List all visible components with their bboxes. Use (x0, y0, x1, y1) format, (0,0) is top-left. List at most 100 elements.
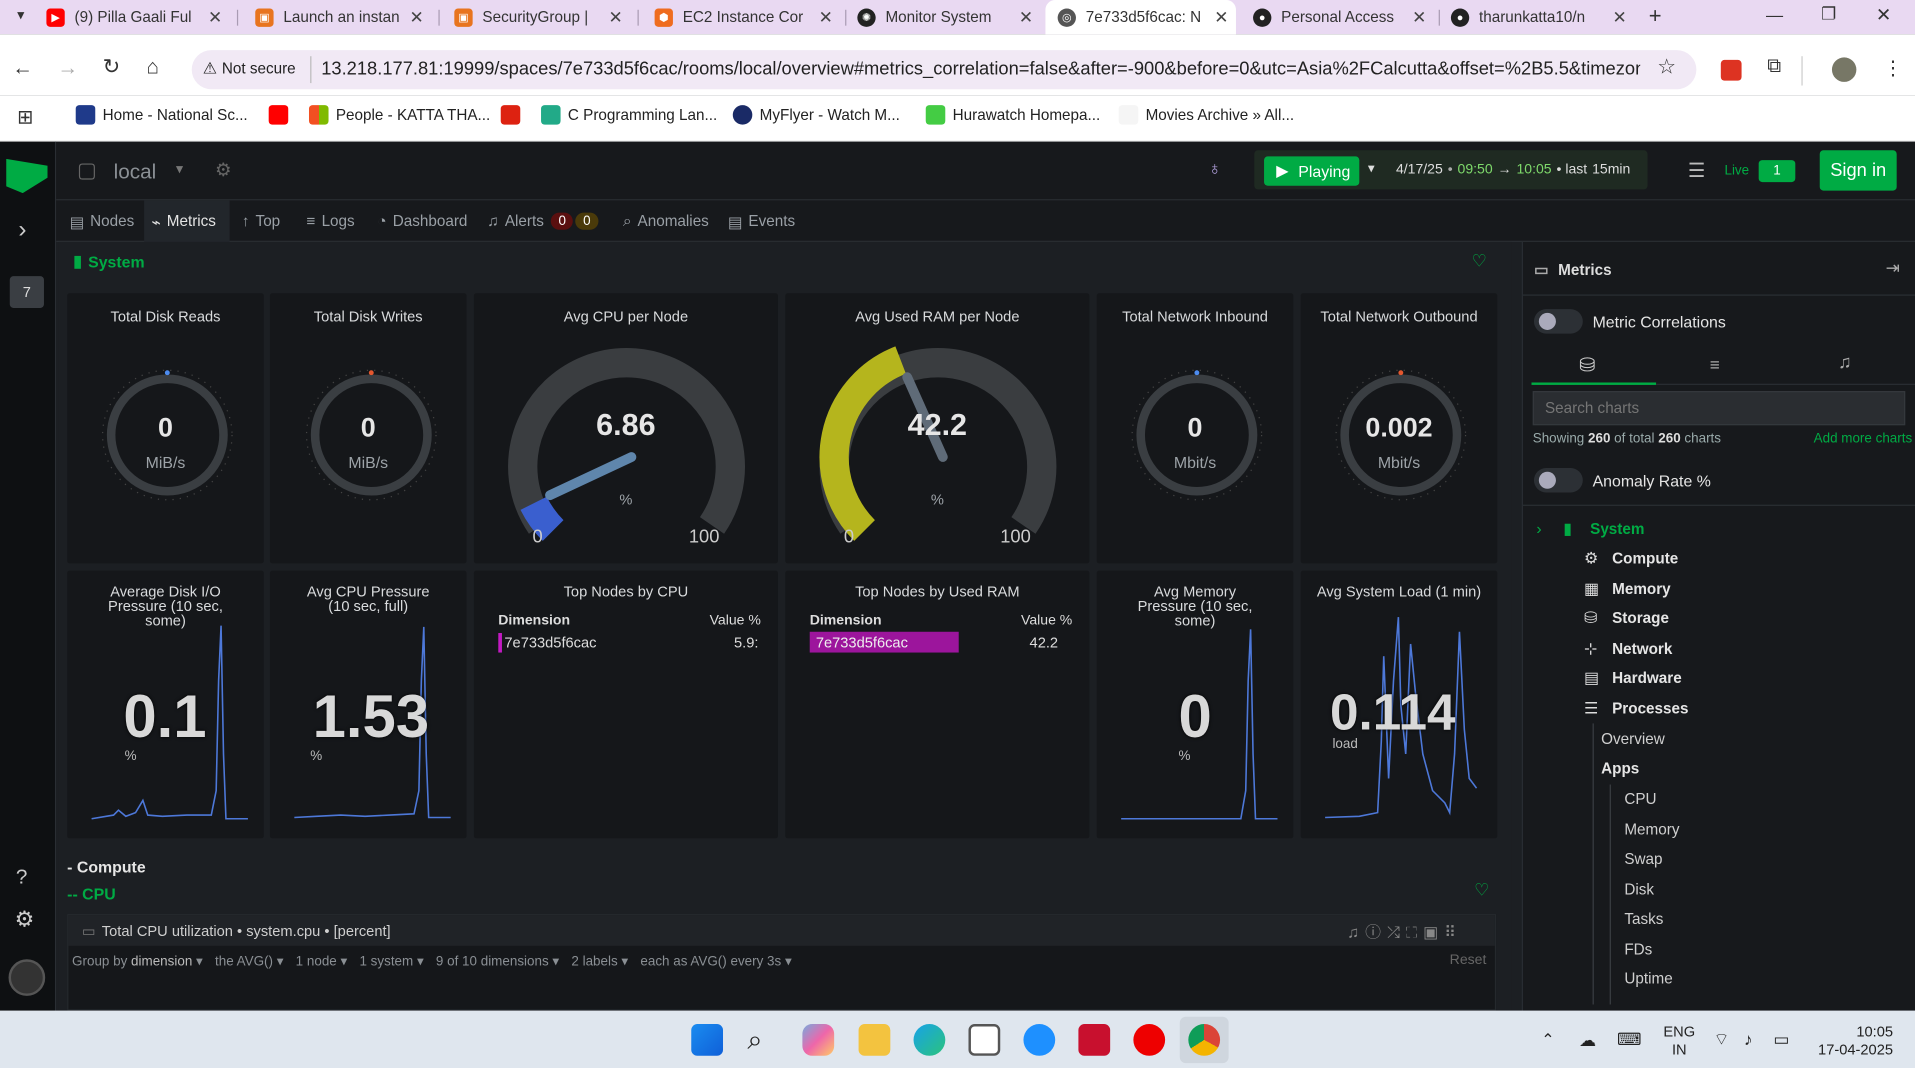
wifi-icon[interactable]: ⌔ (1713, 1029, 1729, 1051)
room-settings-icon[interactable]: ⚙ (215, 159, 231, 181)
filter-tab-icon[interactable]: ≡ (1710, 354, 1720, 374)
table-row-name[interactable]: 7e733d5f6cac (816, 634, 908, 651)
search-charts-input[interactable] (1532, 391, 1906, 426)
home-icon[interactable]: ⌂ (147, 55, 160, 79)
tab-top[interactable]: ↑ Top (234, 200, 295, 242)
tree-item-apps[interactable]: Apps (1601, 760, 1639, 777)
edge-icon[interactable] (913, 1024, 946, 1056)
gauge-card-disk-reads[interactable]: Total Disk Reads 0 MiB/s (67, 293, 264, 564)
nodes-filter[interactable]: 1 node ▾ (296, 953, 348, 969)
bookmark[interactable]: Hurawatch Homepa... (925, 105, 1100, 125)
volume-icon[interactable]: ♪ (1744, 1029, 1753, 1049)
card-top-nodes-ram[interactable]: Top Nodes by Used RAM Dimension Value % … (785, 570, 1090, 839)
anomaly-rate-toggle[interactable] (1533, 468, 1583, 493)
opera-icon[interactable] (1133, 1024, 1166, 1056)
mcafee-icon[interactable] (1078, 1024, 1111, 1056)
bookmark[interactable]: Home - National Sc... (75, 105, 248, 125)
tree-item-apps-fds[interactable]: FDs (1624, 941, 1652, 958)
gauge-card-net-out[interactable]: Total Network Outbound 0.002 Mbit/s (1300, 293, 1498, 564)
gauge-card-disk-writes[interactable]: Total Disk Writes 0 MiB/s (269, 293, 467, 564)
tree-item-storage[interactable]: Storage (1612, 610, 1669, 627)
dimensions-filter[interactable]: 9 of 10 dimensions ▾ (436, 953, 559, 969)
onedrive-icon[interactable]: ☁ (1579, 1030, 1596, 1051)
table-row-name[interactable]: 7e733d5f6cac (504, 634, 596, 651)
tree-item-system[interactable]: System (1590, 521, 1644, 538)
bookmark[interactable]: Movies Archive » All... (1118, 105, 1294, 125)
bookmark[interactable] (500, 105, 528, 125)
labels-filter[interactable]: 2 labels ▾ (571, 953, 628, 969)
room-dropdown-icon[interactable]: ▾ (176, 160, 183, 177)
tab-events[interactable]: ▤ Events (721, 200, 806, 242)
search-icon[interactable]: ⌕ (747, 1024, 762, 1056)
url-text[interactable]: 13.218.177.81:19999/spaces/7e733d5f6cac/… (321, 59, 1640, 80)
file-explorer-icon[interactable] (858, 1024, 891, 1056)
tree-item-compute[interactable]: Compute (1612, 550, 1678, 567)
close-tab-icon[interactable]: ✕ (609, 7, 623, 28)
close-window-icon[interactable]: ✕ (1876, 4, 1891, 26)
security-indicator[interactable]: ⚠ Not secure (203, 59, 296, 79)
section-compute-heading[interactable]: - Compute (67, 858, 146, 876)
new-tab-icon[interactable]: + (1649, 4, 1662, 30)
close-tab-icon[interactable]: ✕ (1214, 7, 1228, 28)
gauge-card-net-in[interactable]: Total Network Inbound 0 Mbit/s (1096, 293, 1294, 564)
card-system-load[interactable]: Avg System Load (1 min) 0.114 load (1300, 570, 1498, 839)
tab-nodes[interactable]: ▤ Nodes (62, 200, 143, 242)
close-tab-icon[interactable]: ✕ (1019, 7, 1033, 28)
tree-item-apps-cpu[interactable]: CPU (1624, 791, 1656, 808)
reload-icon[interactable]: ↻ (103, 55, 120, 79)
tree-item-memory[interactable]: Memory (1612, 580, 1671, 597)
forward-icon[interactable]: → (57, 56, 78, 80)
copilot-icon[interactable] (802, 1024, 835, 1056)
card-memory-pressure[interactable]: Avg Memory Pressure (10 sec, some) 0 % (1096, 570, 1294, 839)
close-tab-icon[interactable]: ✕ (208, 7, 222, 28)
apps-grid-icon[interactable]: ⊞ (17, 105, 33, 129)
weather-icon[interactable] (1023, 1024, 1056, 1056)
tab-dashboard[interactable]: ◔ Dashboard (370, 200, 474, 242)
chart-toolbar-icons[interactable]: ♫ⓘ⤮⛶▣⠿ (1347, 919, 1462, 942)
tab-anomalies[interactable]: ⌕ Anomalies (616, 200, 716, 242)
windows-start-icon[interactable] (691, 1024, 724, 1056)
browser-tab[interactable]: ▶ (9) Pilla Gaali Ful ✕ (46, 0, 229, 34)
heart-icon[interactable]: ♡ (1472, 251, 1487, 272)
heart-icon[interactable]: ♡ (1474, 880, 1489, 901)
browser-tab[interactable]: ▣ Launch an instan ✕ (245, 0, 431, 34)
clock[interactable]: 10:05 17-04-2025 (1812, 1023, 1893, 1060)
menu-kebab-icon[interactable]: ⋮ (1883, 56, 1903, 80)
reset-button[interactable]: Reset (1450, 953, 1487, 968)
keyboard-icon[interactable]: ⌨ (1617, 1029, 1642, 1050)
tree-item-apps-uptime[interactable]: Uptime (1624, 970, 1672, 987)
bookmark[interactable]: C Programming Lan... (541, 105, 717, 125)
tree-item-hardware[interactable]: Hardware (1612, 670, 1682, 687)
live-count-badge[interactable]: 1 (1758, 160, 1796, 183)
tree-expand-icon[interactable]: › (1536, 519, 1541, 537)
tree-item-apps-swap[interactable]: Swap (1624, 851, 1662, 868)
play-button[interactable]: ▶ Playing (1264, 156, 1360, 186)
nodes-list-icon[interactable]: ☰ (1688, 159, 1706, 183)
battery-icon[interactable]: ▭ (1773, 1029, 1789, 1050)
tree-item-processes[interactable]: Processes (1612, 700, 1688, 717)
maximize-icon[interactable]: ❐ (1821, 4, 1836, 25)
bookmark[interactable]: People - KATTA THA... (308, 105, 490, 125)
extensions-puzzle-icon[interactable]: ⧉ (1767, 56, 1781, 78)
group-by-filter[interactable]: Group by dimension ▾ (72, 953, 203, 969)
gauge-card-cpu[interactable]: Avg CPU per Node 6.86 % 0 100 (473, 293, 778, 564)
sign-in-button[interactable]: Sign in (1819, 150, 1897, 191)
language-indicator[interactable]: ENG IN (1663, 1023, 1695, 1060)
space-badge[interactable]: 7 (9, 276, 44, 308)
profile-avatar[interactable] (1831, 57, 1857, 82)
section-system-heading[interactable]: ▮ System (73, 252, 144, 272)
bookmark[interactable]: MyFlyer - Watch M... (732, 105, 900, 125)
each-filter[interactable]: each as AVG() every 3s ▾ (640, 953, 791, 969)
card-disk-io-pressure[interactable]: Average Disk I/O Pressure (10 sec, some)… (67, 570, 264, 839)
user-avatar[interactable] (8, 959, 46, 996)
back-icon[interactable]: ← (12, 56, 33, 80)
collapse-panel-icon[interactable]: ⇥ (1886, 258, 1900, 279)
store-icon[interactable] (968, 1024, 1001, 1056)
card-cpu-pressure[interactable]: Avg CPU Pressure (10 sec, full) 1.53 % (269, 570, 467, 839)
section-cpu-heading[interactable]: -- CPU (67, 885, 116, 903)
tray-chevron-icon[interactable]: ⌃ (1541, 1030, 1554, 1050)
time-range[interactable]: 4/17/25 • 09:50 → 10:05 • last 15min (1396, 163, 1630, 178)
browser-tab[interactable]: ▣ SecurityGroup | ✕ (445, 0, 631, 34)
gauge-card-ram[interactable]: Avg Used RAM per Node 42.2 % 0 100 (785, 293, 1090, 564)
extension-red-icon[interactable] (1720, 59, 1742, 81)
